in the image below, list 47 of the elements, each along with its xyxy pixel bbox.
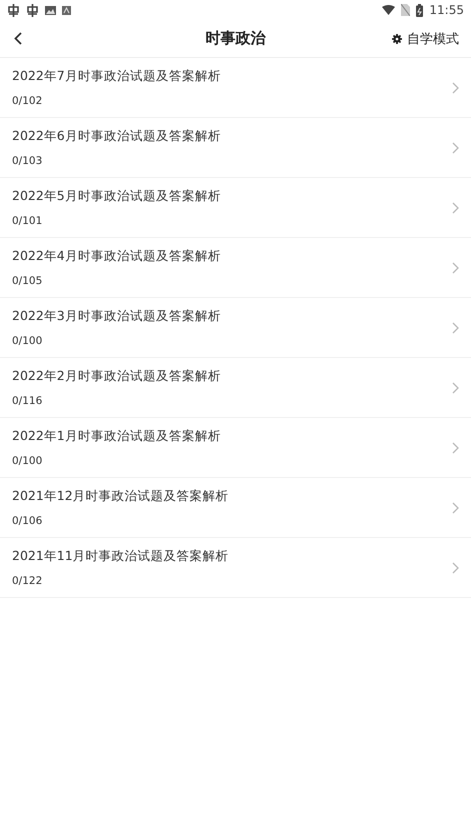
exam-title: 2022年2月时事政治试题及答案解析	[12, 368, 222, 385]
chevron-right-icon	[452, 502, 459, 514]
exam-title: 2021年11月时事政治试题及答案解析	[12, 548, 230, 565]
notification-icon	[26, 4, 39, 16]
exam-title: 2022年7月时事政治试题及答案解析	[12, 68, 222, 85]
chevron-right-icon	[452, 562, 459, 574]
progress-count: 0/103	[12, 155, 44, 167]
exam-list-item[interactable]: 2022年5月时事政治试题及答案解析 0/101	[0, 178, 471, 238]
exam-title: 2022年3月时事政治试题及答案解析	[12, 308, 222, 325]
exam-title: 2022年4月时事政治试题及答案解析	[12, 248, 222, 265]
chevron-right-icon	[452, 82, 459, 94]
progress-count: 0/100	[12, 455, 44, 467]
chevron-right-icon	[452, 322, 459, 334]
page-title: 时事政治	[206, 29, 266, 48]
progress-count: 0/106	[12, 515, 44, 527]
progress-count: 0/101	[12, 215, 44, 227]
progress-count: 0/100	[12, 335, 44, 347]
exam-list-item[interactable]: 2022年6月时事政治试题及答案解析 0/103	[0, 118, 471, 178]
exam-list-item[interactable]: 2022年2月时事政治试题及答案解析 0/116	[0, 358, 471, 418]
chevron-right-icon	[452, 442, 459, 454]
exam-list-item[interactable]: 2022年3月时事政治试题及答案解析 0/100	[0, 298, 471, 358]
no-sim-icon	[401, 4, 410, 16]
chevron-right-icon	[452, 202, 459, 214]
exam-title: 2022年6月时事政治试题及答案解析	[12, 128, 222, 145]
image-icon	[45, 6, 56, 14]
chevron-right-icon	[452, 382, 459, 394]
exam-list-item[interactable]: 2022年4月时事政治试题及答案解析 0/105	[0, 238, 471, 298]
wifi-icon	[382, 5, 396, 15]
exam-list-item[interactable]: 2021年11月时事政治试题及答案解析 0/122	[0, 538, 471, 598]
notification-icon	[7, 4, 20, 16]
battery-icon	[416, 4, 424, 16]
app-icon	[62, 6, 71, 14]
exam-title: 2022年5月时事政治试题及答案解析	[12, 188, 222, 205]
exam-title: 2021年12月时事政治试题及答案解析	[12, 488, 230, 505]
progress-count: 0/116	[12, 395, 44, 407]
exam-list-item[interactable]: 2022年7月时事政治试题及答案解析 0/102	[0, 58, 471, 118]
progress-count: 0/105	[12, 275, 44, 287]
progress-count: 0/122	[12, 575, 44, 587]
status-time: 11:55	[429, 3, 464, 17]
chevron-right-icon	[452, 262, 459, 274]
exam-title: 2022年1月时事政治试题及答案解析	[12, 428, 222, 445]
exam-list-item[interactable]: 2021年12月时事政治试题及答案解析 0/106	[0, 478, 471, 538]
chevron-right-icon	[452, 142, 459, 154]
gear-icon	[392, 34, 402, 44]
exam-list-item[interactable]: 2022年1月时事政治试题及答案解析 0/100	[0, 418, 471, 478]
self-study-mode-button[interactable]: 自学模式	[392, 30, 459, 48]
progress-count: 0/102	[12, 95, 44, 107]
